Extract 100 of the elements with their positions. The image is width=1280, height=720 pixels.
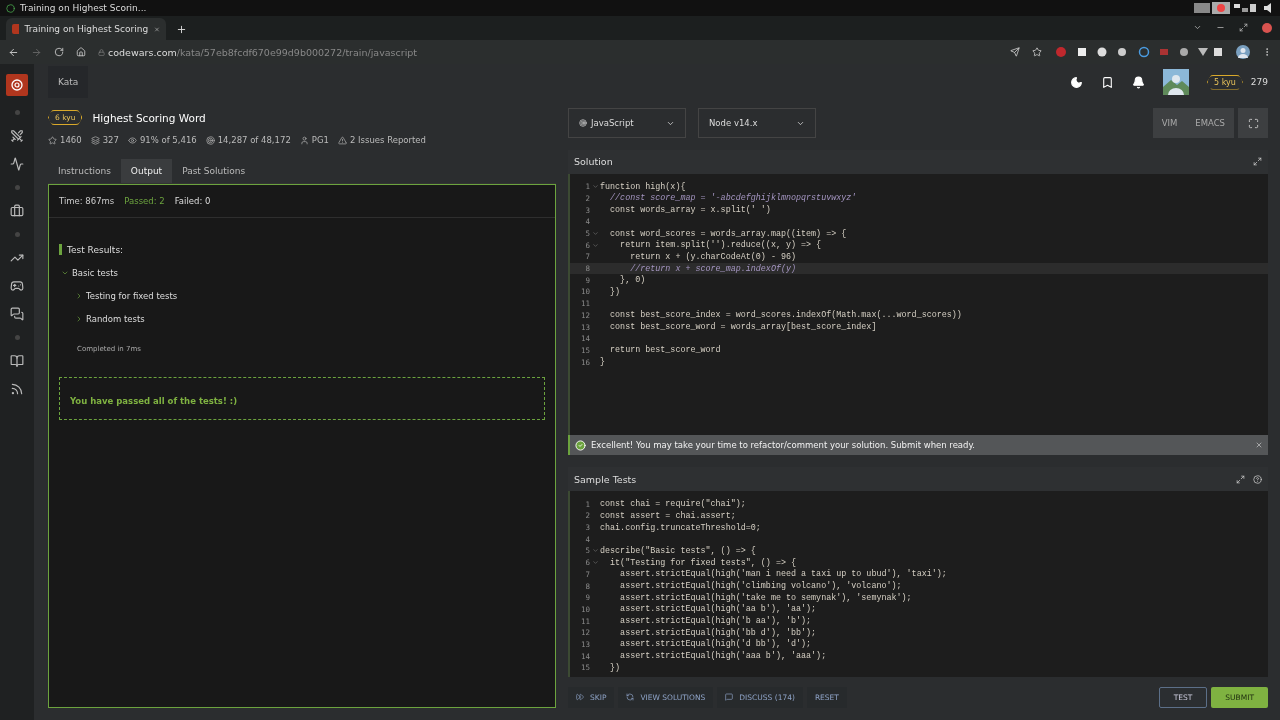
- extension-icons-drawing[interactable]: [1054, 45, 1224, 59]
- user-icon: [299, 135, 309, 145]
- window-title: Training on Highest Scorin...: [20, 3, 147, 13]
- moon-icon[interactable]: [1070, 75, 1083, 89]
- restore-icon[interactable]: [1239, 23, 1248, 32]
- kata-stat: 14,287 of 48,172: [217, 135, 291, 145]
- tray-icon: [1234, 2, 1274, 14]
- tab-title: Training on Highest Scoring: [24, 24, 149, 34]
- failed-label: Failed: 0: [174, 196, 211, 206]
- code-text: assert.strictEqual(high('man i need a taxi up to ubud'), 'taxi');: [619, 568, 948, 581]
- eye-icon: [127, 135, 137, 145]
- close-icon[interactable]: [1262, 23, 1272, 33]
- home-icon[interactable]: [76, 47, 86, 57]
- code-text: return x + (y.charCodeAt(0) - 96): [629, 251, 797, 263]
- test-group-label[interactable]: Basic tests: [72, 268, 118, 278]
- bell-icon[interactable]: [1132, 75, 1145, 89]
- check-icon: [575, 439, 586, 451]
- address-field[interactable]: codewars.com/kata/57eb8fcdf670e99d9b000272/train/javascript: [98, 46, 998, 58]
- code-text: }): [609, 661, 622, 674]
- language-dropdown[interactable]: JavaScript: [568, 108, 686, 138]
- taskbar-icon[interactable]: [1194, 2, 1230, 14]
- swords-icon[interactable]: [10, 129, 24, 143]
- lock-icon: [98, 48, 105, 56]
- code-text: const best_score_word = words_array[best_score_index]: [609, 321, 878, 333]
- breadcrumb-link[interactable]: Kata: [48, 66, 89, 98]
- browser-tab[interactable]: Training on Highest Scoring: [6, 18, 166, 40]
- briefcase-icon[interactable]: [10, 204, 24, 218]
- chevron-right-icon[interactable]: [75, 315, 83, 323]
- gamepad-icon[interactable]: [10, 279, 24, 293]
- chevron-down-icon[interactable]: [61, 269, 69, 277]
- layers-icon: [90, 135, 100, 145]
- code-text: assert.strictEqual(high('b aa'), 'b');: [619, 615, 813, 627]
- book-icon[interactable]: [10, 354, 24, 368]
- bookmark-star-icon[interactable]: [1032, 47, 1042, 57]
- target-icon: [205, 135, 215, 145]
- time-label: Time: 867ms: [59, 196, 115, 206]
- code-text: //return x + score_map.indexOf(y): [629, 262, 797, 275]
- fullscreen-button[interactable]: [1238, 108, 1268, 138]
- code-text: assert.strictEqual(high('d bb'), 'd');: [619, 638, 813, 651]
- site-icon: [12, 24, 19, 34]
- activity-icon[interactable]: [10, 157, 24, 171]
- close-icon[interactable]: [154, 24, 160, 34]
- browser-icon[interactable]: [6, 3, 15, 13]
- honor-count: 279: [1250, 77, 1268, 87]
- version-dropdown[interactable]: Node v14.x: [698, 108, 816, 138]
- rank-badge: 5 kyu: [1207, 74, 1243, 90]
- code-text: }: [600, 356, 607, 368]
- profile-avatar[interactable]: [1236, 45, 1250, 59]
- send-icon[interactable]: [1010, 47, 1020, 57]
- rss-icon[interactable]: [10, 382, 24, 396]
- star-icon: [48, 135, 57, 145]
- code-text: const chai = require("chai");: [600, 498, 747, 511]
- code-text: assert.strictEqual(high('aa b'), 'aa');: [619, 603, 818, 616]
- panel-tab[interactable]: Output: [120, 159, 173, 183]
- results-heading: Test Results:: [67, 244, 124, 255]
- test-group-label[interactable]: Random tests: [86, 314, 145, 324]
- code-text: assert.strictEqual(high('bb d'), 'bb');: [619, 626, 818, 639]
- code-text: }): [609, 286, 622, 298]
- passed-label: Passed: 2: [124, 196, 165, 206]
- code-text: it("Testing for fixed tests", () => {: [609, 556, 797, 569]
- panel-tab[interactable]: Instructions: [48, 159, 121, 183]
- code-text: const best_score_index = word_scores.indexOf(Math.max(...word_scores)): [609, 309, 963, 322]
- bookmark-icon[interactable]: [1101, 75, 1114, 89]
- expand-icon[interactable]: [1253, 157, 1262, 167]
- fullscreen-icon: [1247, 117, 1259, 129]
- editor-mode-button[interactable]: VIM: [1152, 108, 1187, 138]
- chat-icon[interactable]: [10, 307, 24, 321]
- back-icon[interactable]: [8, 46, 19, 58]
- kata-stat: 327: [102, 135, 119, 145]
- warning-icon: [337, 135, 347, 145]
- language-icon: [579, 119, 587, 127]
- close-icon[interactable]: [1255, 441, 1263, 450]
- code-text: const words_array = x.split(' '): [609, 204, 772, 216]
- logo-icon[interactable]: [6, 74, 28, 96]
- help-icon[interactable]: [1253, 474, 1262, 484]
- chevron-right-icon[interactable]: [75, 292, 83, 300]
- code-text: const word_scores = words_array.map((item) => {: [609, 227, 848, 240]
- code-text: const assert = chai.assert;: [600, 510, 737, 522]
- code-text: assert.strictEqual(high('climbing volcano'), 'volcano');: [619, 580, 903, 592]
- code-text: return best_score_word: [609, 344, 722, 357]
- kata-title: Highest Scoring Word: [92, 111, 206, 124]
- code-text: return item.split('').reduce((x, y) => {: [619, 239, 823, 252]
- new-tab-icon[interactable]: [176, 24, 187, 35]
- code-text: describe("Basic tests", () => {: [600, 545, 757, 557]
- code-text: function high(x){: [600, 180, 687, 193]
- success-message: You have passed all of the tests! :): [59, 377, 545, 420]
- refresh-icon: [626, 693, 635, 702]
- code-text: //const score_map = '-abcdefghijklmnopqrstuvwxyz': [609, 192, 858, 205]
- expand-icon[interactable]: [1236, 474, 1245, 484]
- reload-icon[interactable]: [54, 47, 64, 57]
- code-text: chai.config.truncateThreshold=0;: [600, 521, 762, 534]
- test-group-label[interactable]: Testing for fixed tests: [86, 291, 178, 301]
- chevron-down-icon[interactable]: [1193, 23, 1202, 32]
- kata-stat: PG1: [311, 135, 329, 145]
- code-text: assert.strictEqual(high('aaa b'), 'aaa');: [619, 650, 828, 662]
- panel-tab[interactable]: Past Solutions: [172, 159, 256, 183]
- pane-title: Solution: [574, 156, 613, 168]
- code-text: assert.strictEqual(high('take me to semynak'), 'semynak');: [619, 591, 913, 604]
- kata-stat: 91% of 5,416: [139, 135, 197, 145]
- editor-mode-button[interactable]: EMACS: [1186, 108, 1234, 138]
